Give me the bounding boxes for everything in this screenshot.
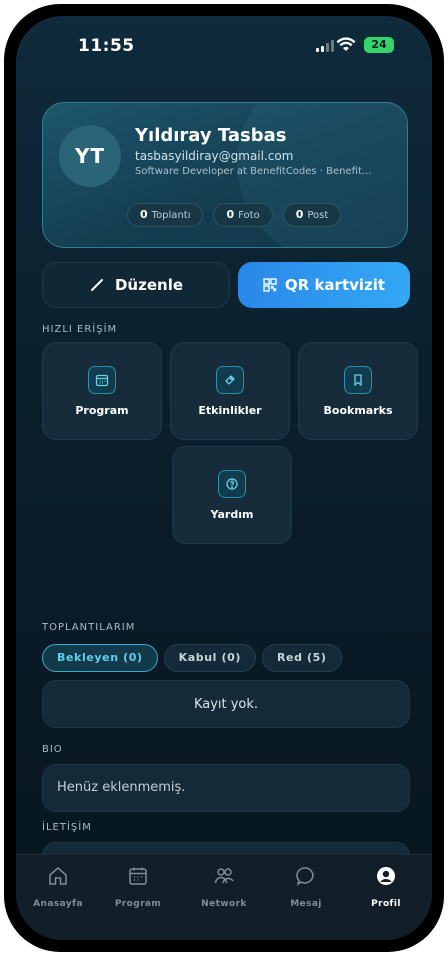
nav-profile[interactable]: Profil <box>346 865 426 910</box>
nav-program[interactable]: Program <box>98 865 178 910</box>
tile-label: Bookmarks <box>323 403 393 417</box>
profile-icon <box>377 867 395 885</box>
nav-messages[interactable]: Mesaj <box>266 865 346 910</box>
status-time: 11:55 <box>78 36 135 56</box>
quick-tile-bookmarks[interactable]: Bookmarks <box>298 342 418 440</box>
avatar[interactable]: YT <box>59 125 121 187</box>
battery-indicator: 24 <box>364 37 394 53</box>
help-icon <box>218 469 246 498</box>
qr-label: QR kartvizit <box>284 276 386 294</box>
profile-name: Yıldıray Tasbas <box>135 125 287 146</box>
qr-card-button[interactable]: QR kartvizit <box>238 262 410 308</box>
meetings-label: TOPLANTILARIM <box>42 622 136 633</box>
profile-title: Software Developer at BenefitCodes · Ben… <box>135 166 372 177</box>
quick-tile-events[interactable]: Etkinlikler <box>170 342 290 440</box>
contact-label: İLETİŞİM <box>42 822 92 833</box>
nav-label: Network <box>201 899 247 909</box>
tab-rejected[interactable]: Red (5) <box>261 644 342 672</box>
meeting-tabs: Bekleyen (0) Kabul (0) Red (5) <box>42 644 342 672</box>
stat-value: 0 <box>295 208 304 221</box>
pencil-icon <box>90 279 103 291</box>
chat-icon <box>296 867 314 886</box>
profile-email: tasbasyildiray@gmail.com <box>135 149 294 163</box>
meetings-empty-state: Kayıt yok. <box>42 680 410 728</box>
tile-label: Yardım <box>210 507 254 521</box>
quick-tile-help[interactable]: Yardım <box>172 446 292 544</box>
calendar-icon <box>129 867 147 885</box>
stat-value: 0 <box>140 208 148 221</box>
bio-text: Henüz eklenmemiş. <box>42 764 410 812</box>
quick-access-label: HIZLI ERİŞİM <box>42 324 118 335</box>
nav-network[interactable]: Network <box>184 865 264 910</box>
stat-label: Post <box>307 210 329 221</box>
tab-pending[interactable]: Bekleyen (0) <box>42 644 158 672</box>
qr-code-icon <box>263 278 277 292</box>
stat-label: Foto <box>238 210 260 221</box>
tile-label: Program <box>75 403 129 417</box>
nav-home[interactable]: Anasayfa <box>18 865 98 910</box>
app-screen: 11:55 24 YT Yıldıray Tasbas tasbasyildir… <box>16 16 432 940</box>
nav-label: Program <box>114 899 162 909</box>
nav-label: Mesaj <box>290 899 322 909</box>
ticket-icon <box>216 365 244 394</box>
status-bar: 11:55 24 <box>16 16 432 72</box>
stat-label: Toplantı <box>151 210 191 221</box>
nav-label: Anasayfa <box>33 899 83 909</box>
edit-profile-button[interactable]: Düzenle <box>42 262 230 308</box>
bookmark-icon <box>344 365 372 394</box>
quick-tile-program[interactable]: Program <box>42 342 162 440</box>
profile-stats: 0 Toplantı 0 Foto 0 Post <box>127 203 342 227</box>
signal-icon <box>316 40 334 52</box>
home-icon <box>49 867 67 885</box>
bio-label: BIO <box>42 744 63 755</box>
edit-label: Düzenle <box>114 276 184 294</box>
phone-frame: 11:55 24 YT Yıldıray Tasbas tasbasyildir… <box>4 4 444 952</box>
wifi-icon <box>336 37 356 51</box>
calendar-icon <box>88 365 116 394</box>
stat-value: 0 <box>226 208 235 221</box>
stat-posts[interactable]: 0 Post <box>282 203 342 227</box>
profile-card: YT Yıldıray Tasbas tasbasyildiray@gmail.… <box>42 102 408 248</box>
tab-accepted[interactable]: Kabul (0) <box>163 644 256 672</box>
empty-text: Kayıt yok. <box>193 696 259 712</box>
stat-photos[interactable]: 0 Foto <box>213 203 273 227</box>
bottom-nav: Anasayfa Program Network Mesaj Profil <box>16 854 432 940</box>
tile-label: Etkinlikler <box>198 403 262 417</box>
people-icon <box>214 868 234 884</box>
nav-label: Profil <box>371 899 401 909</box>
stat-meetings[interactable]: 0 Toplantı <box>127 203 204 227</box>
